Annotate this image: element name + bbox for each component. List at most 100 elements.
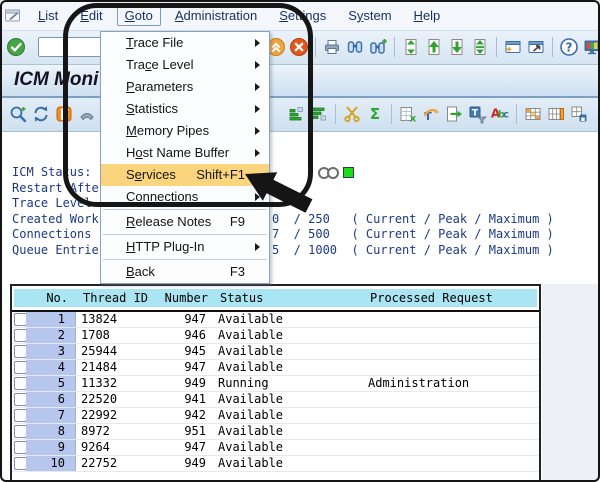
toolbar-separator — [312, 37, 319, 57]
row-checkbox[interactable] — [14, 377, 26, 390]
menubar-item-edit[interactable]: Edit — [69, 5, 113, 26]
table-row[interactable]: 21708946Available — [12, 328, 539, 344]
table-colors-icon[interactable] — [523, 104, 543, 124]
abc-search-icon[interactable] — [490, 104, 510, 124]
find-icon[interactable] — [345, 37, 365, 57]
status-line: Connections7 / 500 ( Current / Peak / Ma… — [0, 227, 600, 242]
find-next-icon[interactable] — [368, 37, 388, 57]
table-cell: Available — [206, 360, 356, 375]
previous-page-icon[interactable] — [424, 37, 444, 57]
row-checkbox[interactable] — [14, 345, 26, 358]
customize-layout-icon[interactable] — [582, 37, 600, 57]
table-row[interactable]: 421484947Available — [12, 360, 539, 376]
first-page-icon[interactable] — [401, 37, 421, 57]
cancel-icon[interactable] — [289, 37, 309, 57]
table-cell: 946 — [156, 328, 206, 343]
sum-icon[interactable] — [365, 104, 385, 124]
table-row[interactable]: 88972951Available — [12, 424, 539, 440]
row-select-cell — [12, 408, 26, 423]
table-row[interactable]: 511332949RunningAdministration — [12, 376, 539, 392]
column-header-no: No. — [28, 289, 78, 307]
table-row[interactable]: 722992942Available — [12, 408, 539, 424]
enter-check-icon[interactable] — [6, 37, 26, 57]
menu-item-connections[interactable]: Connections — [101, 186, 269, 208]
table-row[interactable]: 113824947Available — [12, 312, 539, 328]
table-columns-icon[interactable] — [546, 104, 566, 124]
toolbar-separator — [391, 37, 398, 57]
menu-item-parameters[interactable]: Parameters — [101, 76, 269, 98]
toolbar-separator — [513, 104, 520, 124]
refresh-icon[interactable] — [31, 104, 51, 124]
word-export-icon[interactable] — [421, 104, 441, 124]
last-page-icon[interactable] — [470, 37, 490, 57]
table-cell — [356, 328, 539, 343]
table-cell: 4 — [26, 360, 76, 375]
new-session-icon[interactable] — [503, 37, 523, 57]
row-checkbox[interactable] — [14, 457, 26, 470]
table-cell: 7 — [26, 408, 76, 423]
menu-separator — [103, 209, 267, 210]
menu-item-host-name-buffer[interactable]: Host Name Buffer — [101, 142, 269, 164]
next-page-icon[interactable] — [447, 37, 467, 57]
menubar-item-list[interactable]: List — [27, 5, 69, 26]
menu-item-trace-file[interactable]: Trace File — [101, 32, 269, 54]
phone-icon[interactable] — [77, 104, 97, 124]
submenu-arrow-icon — [255, 105, 260, 113]
row-checkbox[interactable] — [14, 329, 26, 342]
table-row[interactable]: 1022752949Available — [12, 456, 539, 472]
row-checkbox[interactable] — [14, 313, 26, 326]
menubar-item-settings[interactable]: Settings — [268, 5, 337, 26]
menu-item-memory-pipes[interactable]: Memory Pipes — [101, 120, 269, 142]
row-select-cell — [12, 312, 26, 327]
f-badge-icon[interactable] — [54, 104, 74, 124]
menu-item-trace-level[interactable]: Trace Level — [101, 54, 269, 76]
sort-asc-icon[interactable] — [286, 104, 306, 124]
table-row[interactable]: 622520941Available — [12, 392, 539, 408]
table-row[interactable]: 99264947Available — [12, 440, 539, 456]
table-cell: 22520 — [76, 392, 156, 407]
row-checkbox[interactable] — [14, 441, 26, 454]
menu-item-statistics[interactable]: Statistics — [101, 98, 269, 120]
details-icon[interactable] — [8, 104, 28, 124]
filter-icon[interactable] — [467, 104, 487, 124]
table-cell: Available — [206, 440, 356, 455]
menu-item-http-plug-in[interactable]: HTTP Plug-In — [101, 236, 269, 258]
cut-icon[interactable] — [342, 104, 362, 124]
export-file-icon[interactable] — [444, 104, 464, 124]
table-cell: 22992 — [76, 408, 156, 423]
excel-export-icon[interactable] — [398, 104, 418, 124]
help-icon[interactable] — [559, 37, 579, 57]
table-cell: 951 — [156, 424, 206, 439]
row-checkbox[interactable] — [14, 425, 26, 438]
table-cell: 3 — [26, 344, 76, 359]
table-cell: 947 — [156, 360, 206, 375]
row-checkbox[interactable] — [14, 393, 26, 406]
menu-item-back[interactable]: BackF3 — [101, 261, 269, 283]
table-cell: 5 — [26, 376, 76, 391]
status-line: Restart Afte — [0, 181, 600, 196]
table-save-icon[interactable] — [569, 104, 589, 124]
menubar-item-goto[interactable]: Goto — [117, 5, 161, 26]
sap-window: ListEditGotoAdministrationSettingsSystem… — [0, 0, 600, 482]
sort-desc-icon[interactable] — [309, 104, 329, 124]
system-menu-icon[interactable] — [3, 5, 23, 25]
table-cell: Available — [206, 408, 356, 423]
status-line-label: Restart Afte — [12, 181, 99, 196]
table-row[interactable]: 325944945Available — [12, 344, 539, 360]
table-cell: 949 — [156, 456, 206, 471]
row-checkbox[interactable] — [14, 409, 26, 422]
status-line-label: Created Work — [12, 212, 99, 227]
menubar-item-help[interactable]: Help — [403, 5, 452, 26]
status-line: ICM Status: — [0, 165, 600, 180]
menu-item-release-notes[interactable]: Release NotesF9 — [101, 211, 269, 233]
row-checkbox[interactable] — [14, 361, 26, 374]
status-line-value: 7 / 500 ( Current / Peak / Maximum ) — [272, 227, 554, 242]
create-shortcut-icon[interactable] — [526, 37, 546, 57]
table-cell — [356, 440, 539, 455]
table-cell: 9264 — [76, 440, 156, 455]
print-icon[interactable] — [322, 37, 342, 57]
menu-item-services[interactable]: ServicesShift+F1 — [101, 164, 269, 186]
menubar-item-administration[interactable]: Administration — [164, 5, 268, 26]
menubar-item-system[interactable]: System — [337, 5, 402, 26]
toolbar-separator — [493, 37, 500, 57]
